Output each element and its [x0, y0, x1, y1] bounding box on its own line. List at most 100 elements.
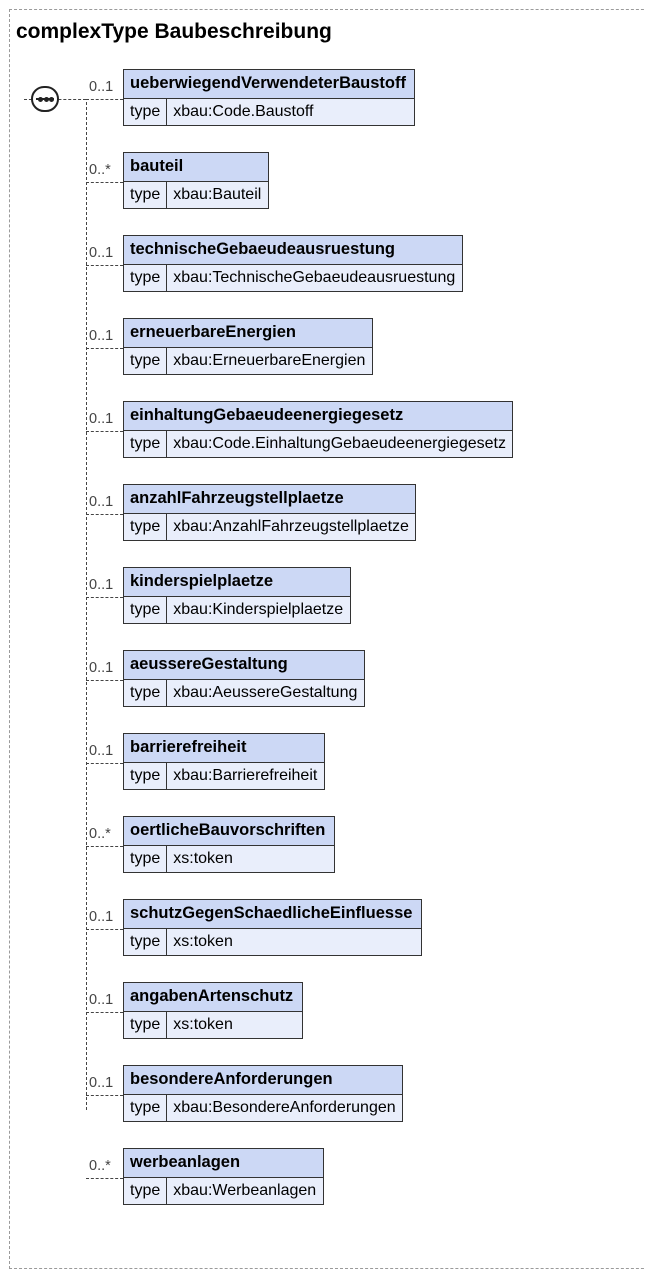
- element-type-value: xbau:Barrierefreiheit: [173, 767, 318, 784]
- element-connector-line: [86, 514, 123, 515]
- type-key-label: type: [124, 1178, 168, 1204]
- element-cardinality: 0..1: [89, 1075, 114, 1091]
- type-key-label: type: [124, 431, 168, 457]
- element-connector-line: [86, 265, 123, 266]
- diagram-title: complexType Baubeschreibung: [16, 20, 332, 43]
- element-type-row: type xs:token: [124, 846, 334, 872]
- element-type-row: type xbau:Code.Baustoff: [124, 99, 414, 125]
- element-type-row: type xbau:Kinderspielplaetze: [124, 597, 350, 623]
- element-cardinality: 0..1: [89, 245, 114, 261]
- element-connector-line: [86, 1178, 123, 1179]
- type-key-label: type: [124, 182, 168, 208]
- type-key-label: type: [124, 680, 168, 706]
- element-name: ueberwiegendVerwendeterBaustoff: [124, 70, 414, 99]
- element-type-row: type xbau:ErneuerbareEnergien: [124, 348, 372, 374]
- type-key-label: type: [124, 348, 168, 374]
- element-name: angabenArtenschutz: [124, 983, 302, 1012]
- type-key-label: type: [124, 929, 168, 955]
- element-box[interactable]: besondereAnforderungen type xbau:Besondere…: [123, 1065, 403, 1122]
- element-name: werbeanlagen: [124, 1149, 323, 1178]
- element-type-value: xbau:AnzahlFahrzeugstellplaetze: [173, 518, 409, 535]
- element-connector-line: [86, 182, 123, 183]
- element-cardinality: 0..1: [89, 79, 114, 95]
- type-key-label: type: [124, 514, 168, 540]
- element-type-row: type xbau:AeussereGestaltung: [124, 680, 364, 706]
- type-key-label: type: [124, 846, 168, 872]
- element-name: schutzGegenSchaedlicheEinfluesse: [124, 900, 421, 929]
- element-name: anzahlFahrzeugstellplaetze: [124, 485, 415, 514]
- element-box[interactable]: kinderspielplaetze type xbau:Kinderspielpl…: [123, 567, 351, 624]
- element-name: einhaltungGebaeudeenergiegesetz: [124, 402, 512, 431]
- element-type-value: xbau:ErneuerbareEnergien: [173, 352, 366, 369]
- element-connector-line: [86, 597, 123, 598]
- element-name: barrierefreiheit: [124, 734, 324, 763]
- element-cardinality: 0..*: [89, 162, 111, 178]
- element-type-value: xbau:BesondereAnforderungen: [173, 1099, 396, 1116]
- sequence-compositor-icon: [31, 86, 59, 112]
- element-box[interactable]: bauteil type xbau:Bauteil: [123, 152, 269, 209]
- type-key-label: type: [124, 265, 168, 291]
- element-box[interactable]: oertlicheBauvorschriften type xs:token: [123, 816, 335, 873]
- element-connector-line: [86, 99, 123, 100]
- element-type-row: type xs:token: [124, 929, 421, 955]
- element-type-row: type xbau:Code.EinhaltungGebaeudeenergieg…: [124, 431, 512, 457]
- element-connector-line: [86, 846, 123, 847]
- element-cardinality: 0..*: [89, 826, 111, 842]
- element-name: kinderspielplaetze: [124, 568, 350, 597]
- element-cardinality: 0..1: [89, 660, 114, 676]
- element-box[interactable]: barrierefreiheit type xbau:Barrierefreihei…: [123, 733, 325, 790]
- element-cardinality: 0..1: [89, 992, 114, 1008]
- element-type-row: type xs:token: [124, 1012, 302, 1038]
- element-cardinality: 0..1: [89, 411, 114, 427]
- element-name: oertlicheBauvorschriften: [124, 817, 334, 846]
- element-box[interactable]: angabenArtenschutz type xs:token: [123, 982, 303, 1039]
- element-type-row: type xbau:AnzahlFahrzeugstellplaetze: [124, 514, 415, 540]
- type-key-label: type: [124, 1012, 168, 1038]
- element-type-value: xs:token: [173, 1016, 233, 1033]
- element-type-row: type xbau:Barrierefreiheit: [124, 763, 324, 789]
- element-box[interactable]: anzahlFahrzeugstellplaetze type xbau:Anzah…: [123, 484, 416, 541]
- element-type-value: xbau:Code.EinhaltungGebaeudeenergiegeset…: [173, 435, 506, 452]
- element-type-row: type xbau:BesondereAnforderungen: [124, 1095, 402, 1121]
- type-key-label: type: [124, 1095, 168, 1121]
- sequence-connector-line: [86, 102, 87, 1110]
- element-name: aeussereGestaltung: [124, 651, 364, 680]
- element-box[interactable]: erneuerbareEnergien type xbau:ErneuerbareE…: [123, 318, 373, 375]
- element-cardinality: 0..1: [89, 909, 114, 925]
- type-key-label: type: [124, 597, 168, 623]
- element-name: besondereAnforderungen: [124, 1066, 402, 1095]
- element-box[interactable]: technischeGebaeudeausruestung type xbau:Te…: [123, 235, 463, 292]
- element-connector-line: [86, 929, 123, 930]
- element-connector-line: [86, 680, 123, 681]
- element-cardinality: 0..1: [89, 743, 114, 759]
- element-cardinality: 0..1: [89, 577, 114, 593]
- element-type-row: type xbau:Werbeanlagen: [124, 1178, 323, 1204]
- element-type-value: xs:token: [173, 850, 233, 867]
- element-name: bauteil: [124, 153, 268, 182]
- element-connector-line: [86, 1095, 123, 1096]
- element-type-row: type xbau:Bauteil: [124, 182, 268, 208]
- element-connector-line: [86, 763, 123, 764]
- element-cardinality: 0..*: [89, 1158, 111, 1174]
- element-box[interactable]: ueberwiegendVerwendeterBaustoff type xbau:…: [123, 69, 415, 126]
- element-type-value: xbau:Kinderspielplaetze: [173, 601, 344, 618]
- element-type-value: xbau:Bauteil: [173, 186, 262, 203]
- element-box[interactable]: werbeanlagen type xbau:Werbeanlagen: [123, 1148, 324, 1205]
- element-type-value: xbau:AeussereGestaltung: [173, 684, 358, 701]
- element-type-value: xbau:TechnischeGebaeudeausruestung: [173, 269, 456, 286]
- element-box[interactable]: einhaltungGebaeudeenergiegesetz type xbau:…: [123, 401, 513, 458]
- element-box[interactable]: schutzGegenSchaedlicheEinfluesse type xs:t…: [123, 899, 422, 956]
- element-type-value: xbau:Code.Baustoff: [173, 103, 314, 120]
- element-name: erneuerbareEnergien: [124, 319, 372, 348]
- element-connector-line: [86, 431, 123, 432]
- element-type-row: type xbau:TechnischeGebaeudeausruestung: [124, 265, 462, 291]
- element-cardinality: 0..1: [89, 328, 114, 344]
- element-cardinality: 0..1: [89, 494, 114, 510]
- element-type-value: xbau:Werbeanlagen: [173, 1182, 317, 1199]
- schema-diagram: complexType Baubeschreibung 0..1 ueberwie…: [0, 0, 645, 1269]
- type-key-label: type: [124, 763, 168, 789]
- element-box[interactable]: aeussereGestaltung type xbau:AeussereGesta…: [123, 650, 365, 707]
- element-connector-line: [86, 348, 123, 349]
- type-key-label: type: [124, 99, 168, 125]
- element-type-value: xs:token: [173, 933, 233, 950]
